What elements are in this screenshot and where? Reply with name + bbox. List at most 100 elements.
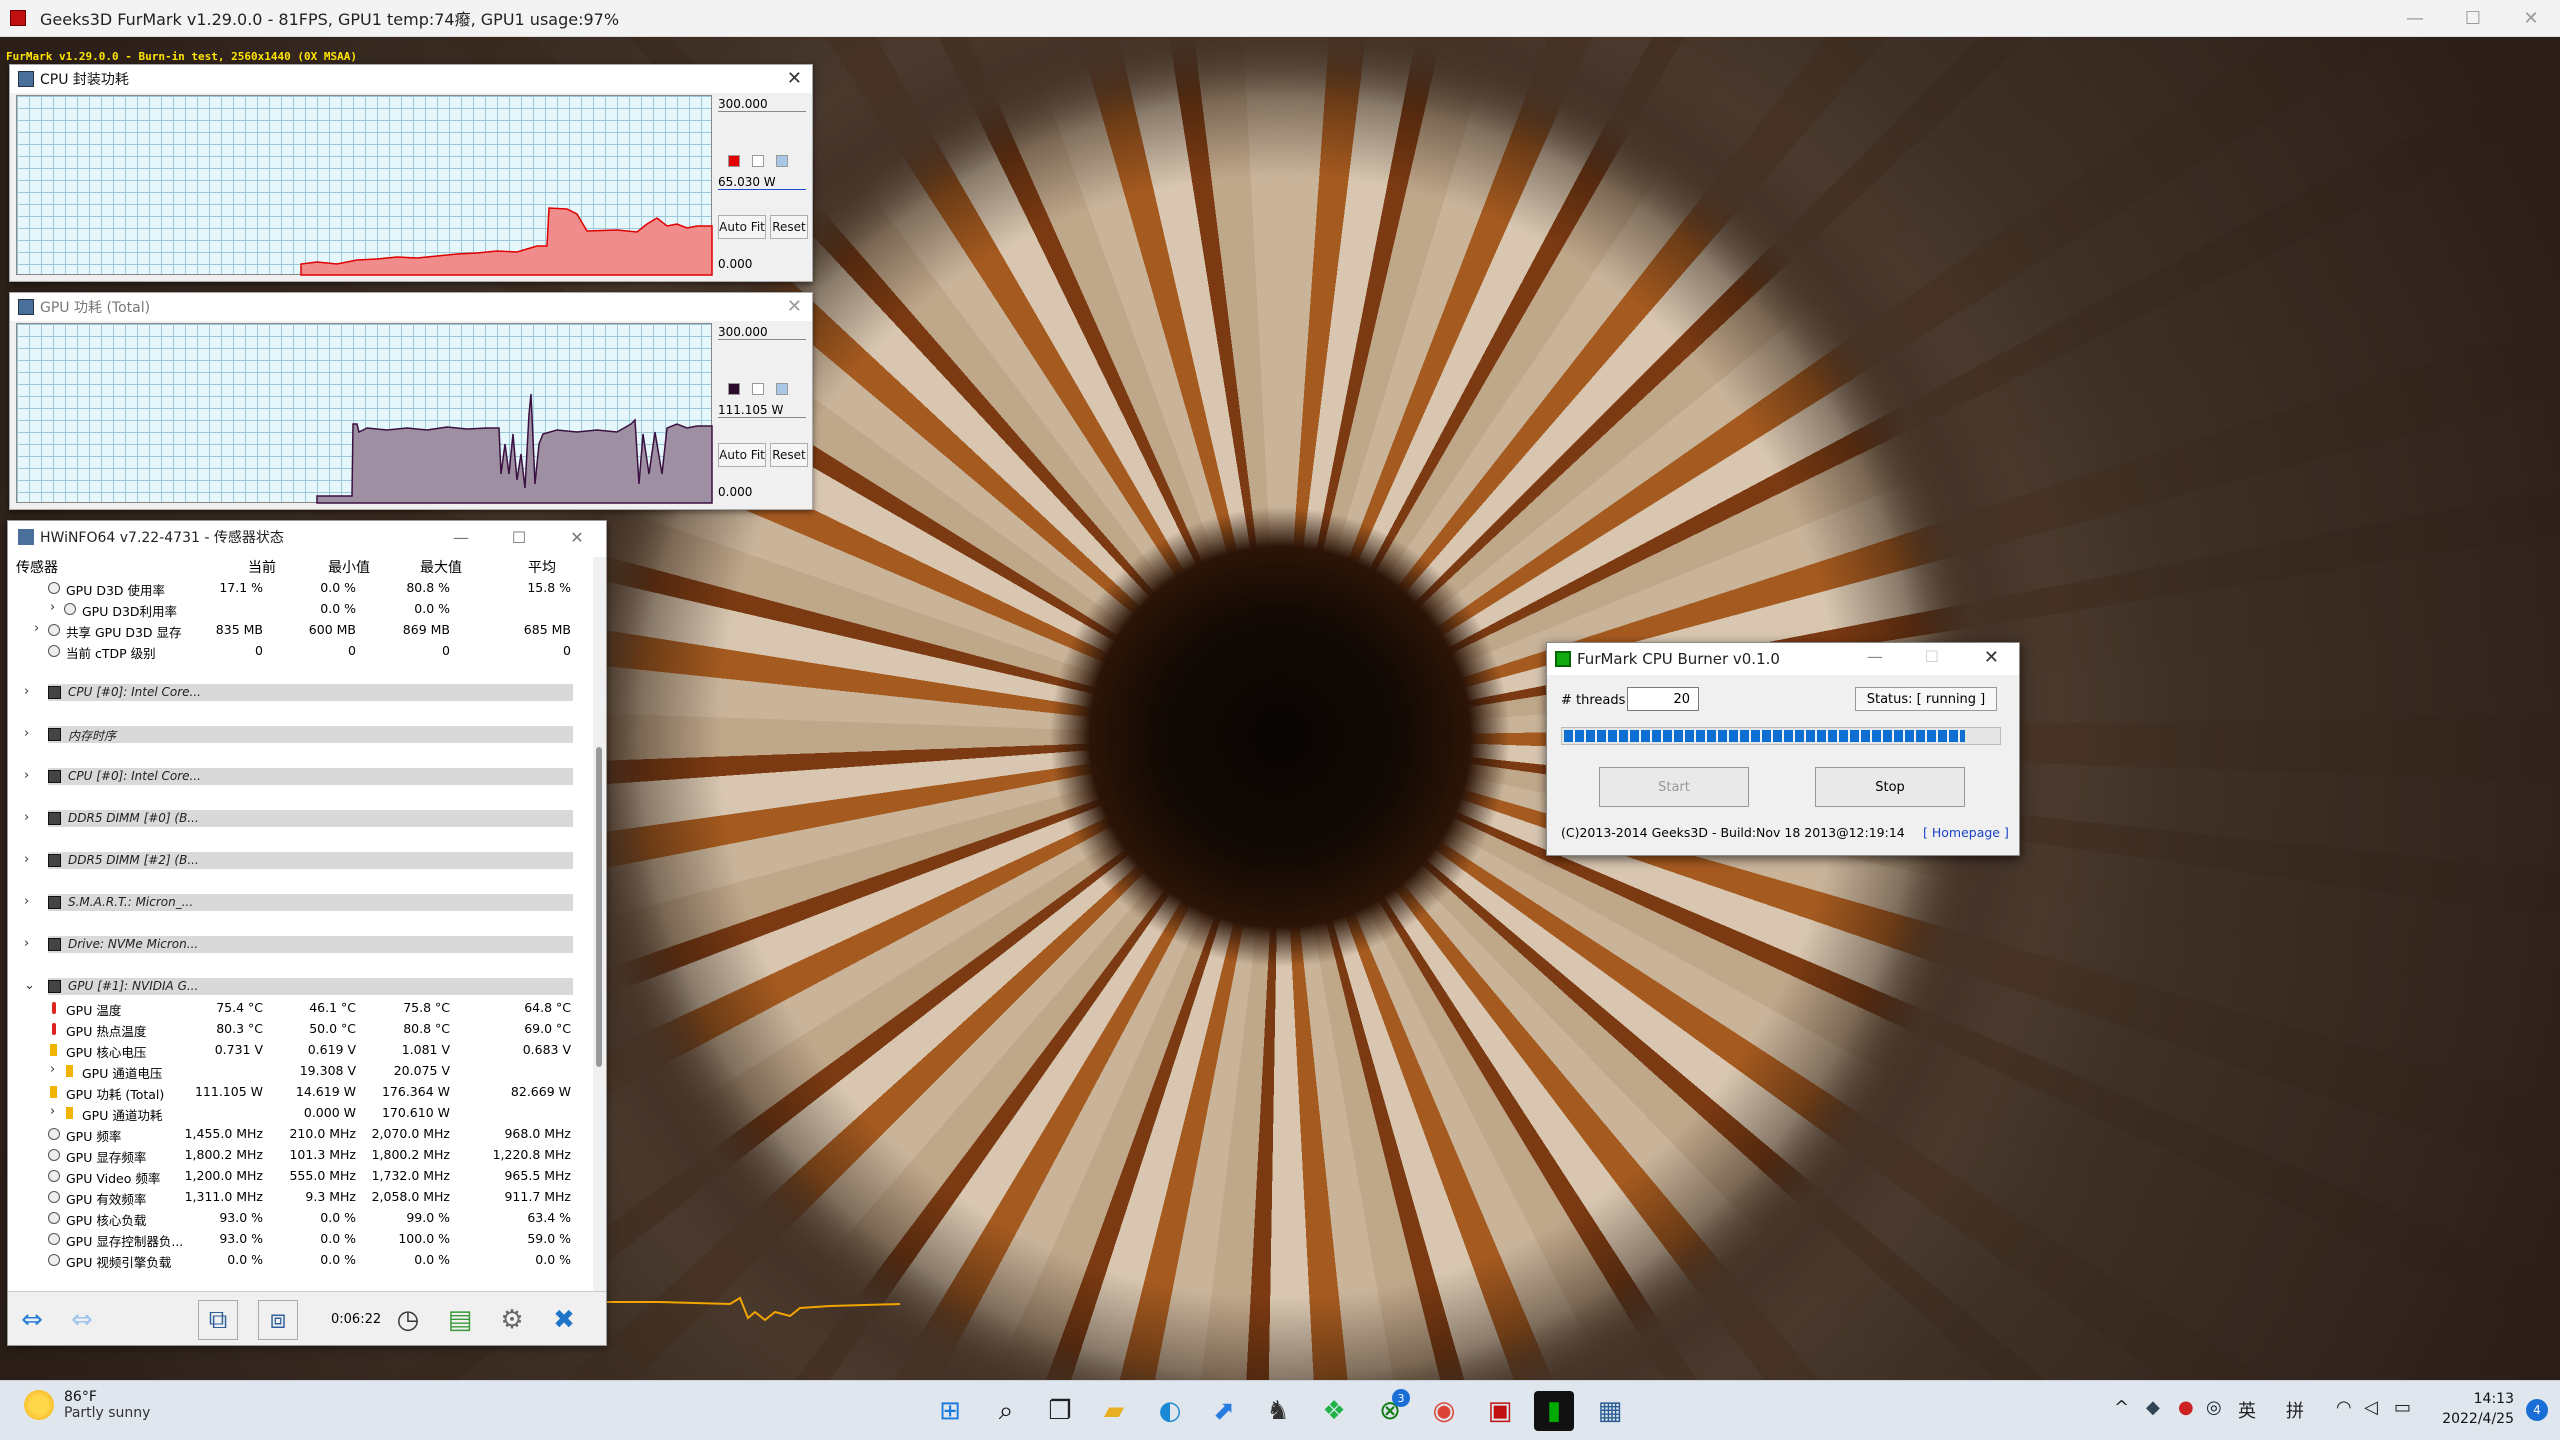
- gpu-graph-close-button[interactable]: ✕: [787, 296, 802, 317]
- hwinfo-taskbar-icon[interactable]: ▦: [1590, 1391, 1630, 1431]
- cpu-graph-color-swatch[interactable]: [728, 155, 740, 167]
- expand-chevron-icon[interactable]: ›: [24, 768, 29, 783]
- sensor-row[interactable]: GPU 热点温度 80.3 °C 50.0 °C 80.8 °C 69.0 °C: [8, 1018, 593, 1039]
- column-sensor[interactable]: 传感器: [16, 557, 58, 577]
- gpu-graph-reset-button[interactable]: Reset: [770, 443, 808, 467]
- sensor-group-row[interactable]: ⌄ GPU [#1]: NVIDIA G...: [8, 976, 593, 997]
- sensor-row[interactable]: 当前 cTDP 级别 0 0 0 0: [8, 640, 593, 661]
- wifi-icon[interactable]: ◠: [2336, 1397, 2352, 1418]
- column-min[interactable]: 最小值: [328, 557, 370, 577]
- sensor-row[interactable]: GPU 频率 1,455.0 MHz 210.0 MHz 2,070.0 MHz 968…: [8, 1123, 593, 1144]
- volume-icon[interactable]: ◁: [2364, 1397, 2378, 1418]
- column-current[interactable]: 当前: [248, 557, 276, 577]
- ime-language[interactable]: 英: [2238, 1397, 2256, 1423]
- battery-icon[interactable]: ▭: [2394, 1397, 2411, 1418]
- sensor-row[interactable]: GPU D3D 使用率 17.1 % 0.0 % 80.8 % 15.8 %: [8, 577, 593, 598]
- ime-mode[interactable]: 拼: [2286, 1397, 2304, 1423]
- close-sensors-icon[interactable]: ✖: [544, 1300, 584, 1340]
- sensor-scrollbar-thumb[interactable]: [596, 747, 602, 1067]
- expand-chevron-icon[interactable]: ⌄: [24, 978, 35, 993]
- sensor-scrollbar[interactable]: [593, 557, 606, 1297]
- burner-maximize-button[interactable]: ☐: [1925, 647, 1939, 666]
- sensor-group-row[interactable]: › Drive: NVMe Micron...: [8, 934, 593, 955]
- expand-chevron-icon[interactable]: ›: [50, 1104, 55, 1119]
- system-clock[interactable]: 14:13 2022/4/25: [2442, 1389, 2514, 1429]
- homepage-link[interactable]: [ Homepage ]: [1923, 825, 2009, 840]
- log-file-icon[interactable]: ▤: [440, 1300, 480, 1340]
- column-avg[interactable]: 平均: [528, 557, 556, 577]
- sensor-row[interactable]: › GPU D3D利用率 0.0 % 0.0 %: [8, 598, 593, 619]
- expand-chevron-icon[interactable]: ›: [24, 852, 29, 867]
- sensor-row[interactable]: GPU 视频引擎负载 0.0 % 0.0 % 0.0 % 0.0 %: [8, 1249, 593, 1270]
- stop-button[interactable]: Stop: [1815, 767, 1965, 807]
- sensor-row[interactable]: GPU 温度 75.4 °C 46.1 °C 75.8 °C 64.8 °C: [8, 997, 593, 1018]
- sensor-group-row[interactable]: › 内存时序: [8, 724, 593, 745]
- sensor-row[interactable]: › GPU 通道功耗 0.000 W 170.610 W: [8, 1102, 593, 1123]
- sensor-row[interactable]: GPU 核心负载 93.0 % 0.0 % 99.0 % 63.4 %: [8, 1207, 593, 1228]
- burner-close-button[interactable]: ✕: [1984, 647, 1999, 668]
- sensor-maximize-button[interactable]: ☐: [490, 521, 548, 553]
- file-explorer-icon[interactable]: ▰: [1094, 1391, 1134, 1431]
- cpu-graph-reset-button[interactable]: Reset: [770, 215, 808, 239]
- sensor-group-row[interactable]: › S.M.A.R.T.: Micron_...: [8, 892, 593, 913]
- start-menu-icon[interactable]: ⊞: [930, 1391, 970, 1431]
- tray-app-icon[interactable]: ◆: [2146, 1397, 2160, 1418]
- burner-minimize-button[interactable]: —: [1867, 647, 1883, 666]
- expand-chevron-icon[interactable]: ›: [50, 600, 55, 615]
- sensor-minimize-button[interactable]: —: [432, 521, 490, 553]
- sensor-row[interactable]: GPU Video 频率 1,200.0 MHz 555.0 MHz 1,732.0 …: [8, 1165, 593, 1186]
- sensor-group-row[interactable]: › CPU [#0]: Intel Core...: [8, 766, 593, 787]
- expand-chevron-icon[interactable]: ›: [34, 621, 39, 636]
- tray-security-icon[interactable]: ●: [2178, 1397, 2194, 1418]
- start-button[interactable]: Start: [1599, 767, 1749, 807]
- notification-badge[interactable]: 4: [2526, 1399, 2548, 1421]
- sensor-row[interactable]: GPU 核心电压 0.731 V 0.619 V 1.081 V 0.683 V: [8, 1039, 593, 1060]
- maximize-button[interactable]: ☐: [2444, 0, 2502, 37]
- app-icon[interactable]: ⬈: [1204, 1391, 1244, 1431]
- sensor-network-icon[interactable]: ⧉: [198, 1300, 238, 1340]
- sensor-group-row[interactable]: › DDR5 DIMM [#2] (B...: [8, 850, 593, 871]
- sensor-group-row[interactable]: › DDR5 DIMM [#0] (B...: [8, 808, 593, 829]
- minimize-button[interactable]: —: [2386, 0, 2444, 37]
- back-forward-icon[interactable]: ⇔: [12, 1300, 52, 1340]
- sensor-row[interactable]: GPU 显存控制器负... 93.0 % 0.0 % 100.0 % 59.0 %: [8, 1228, 593, 1249]
- sensor-group-row[interactable]: › CPU [#0]: Intel Core...: [8, 682, 593, 703]
- sensor-layout-icon[interactable]: ⧈: [258, 1300, 298, 1340]
- sensor-row[interactable]: GPU 显存频率 1,800.2 MHz 101.3 MHz 1,800.2 MHz 1…: [8, 1144, 593, 1165]
- furmark-taskbar-icon[interactable]: ▣: [1480, 1391, 1520, 1431]
- sensor-row[interactable]: › 共享 GPU D3D 显存 835 MB 600 MB 869 MB 685 MB: [8, 619, 593, 640]
- sensor-row[interactable]: GPU 功耗 (Total) 111.105 W 14.619 W 176.364 W…: [8, 1081, 593, 1102]
- wechat-icon[interactable]: ❖: [1314, 1391, 1354, 1431]
- cpu-graph-grid-swatch[interactable]: [776, 155, 788, 167]
- cpu-graph-bg-swatch[interactable]: [752, 155, 764, 167]
- expand-chevron-icon[interactable]: ›: [24, 894, 29, 909]
- gpu-graph-grid-swatch[interactable]: [776, 383, 788, 395]
- gpu-graph-bg-swatch[interactable]: [752, 383, 764, 395]
- cpu-graph-close-button[interactable]: ✕: [787, 68, 802, 89]
- sensor-row[interactable]: › GPU 通道电压 19.308 V 20.075 V: [8, 1060, 593, 1081]
- clock-icon[interactable]: ◷: [388, 1300, 428, 1340]
- expand-chevron-icon[interactable]: ›: [24, 684, 29, 699]
- gpu-graph-color-swatch[interactable]: [728, 383, 740, 395]
- sensor-row[interactable]: GPU 有效频率 1,311.0 MHz 9.3 MHz 2,058.0 MHz 911…: [8, 1186, 593, 1207]
- gpu-graph-autofit-button[interactable]: Auto Fit: [718, 443, 766, 467]
- expand-chevron-icon[interactable]: ›: [24, 726, 29, 741]
- app-cat-icon[interactable]: ♞: [1258, 1391, 1298, 1431]
- back-forward-disabled-icon[interactable]: ⇔: [62, 1300, 102, 1340]
- cpu-graph-autofit-button[interactable]: Auto Fit: [718, 215, 766, 239]
- threads-input[interactable]: 20: [1627, 687, 1699, 711]
- weather-widget[interactable]: 86°F Partly sunny: [24, 1389, 150, 1421]
- chrome-icon[interactable]: ◉: [1424, 1391, 1464, 1431]
- steam-icon[interactable]: ◎: [2206, 1397, 2222, 1418]
- task-view-icon[interactable]: ❐: [1040, 1391, 1080, 1431]
- sensor-close-button[interactable]: ✕: [548, 521, 606, 553]
- expand-chevron-icon[interactable]: ›: [24, 810, 29, 825]
- column-max[interactable]: 最大值: [420, 557, 462, 577]
- edge-browser-icon[interactable]: ◐: [1150, 1391, 1190, 1431]
- settings-gear-icon[interactable]: ⚙: [492, 1300, 532, 1340]
- expand-chevron-icon[interactable]: ›: [24, 936, 29, 951]
- close-button[interactable]: ✕: [2502, 0, 2560, 37]
- cpu-burner-taskbar-icon[interactable]: ▮: [1534, 1391, 1574, 1431]
- search-icon[interactable]: ⌕: [986, 1391, 1026, 1431]
- tray-chevron-icon[interactable]: ^: [2114, 1397, 2129, 1418]
